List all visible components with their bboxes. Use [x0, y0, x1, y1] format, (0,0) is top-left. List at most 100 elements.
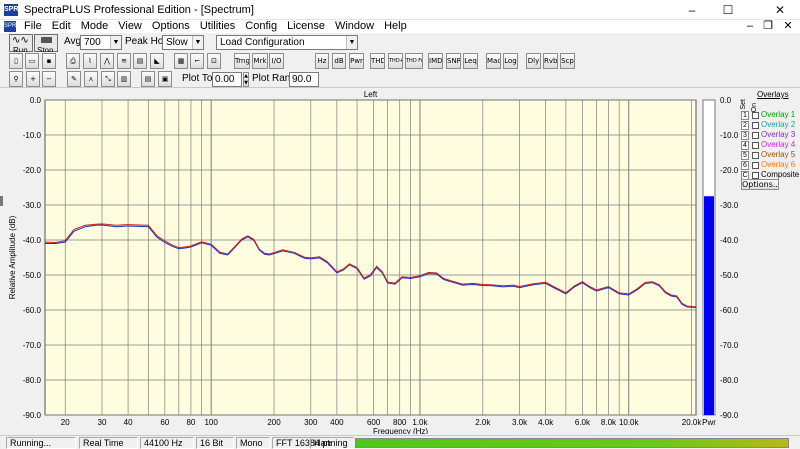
menu-options[interactable]: Options: [152, 20, 190, 33]
x-tick-label: 800: [393, 418, 407, 427]
y-tick-label: -30.0: [23, 201, 42, 210]
status-channels: Mono: [236, 437, 270, 449]
input-level-meter: [355, 438, 789, 448]
overlay-set-button[interactable]: 2: [741, 121, 749, 130]
bar-graph-icon[interactable]: ▥: [117, 71, 131, 87]
zoom-in-icon[interactable]: +: [26, 71, 40, 87]
menu-config[interactable]: Config: [245, 20, 277, 33]
x-tick-label: 100: [204, 418, 218, 427]
menu-edit[interactable]: Edit: [52, 20, 71, 33]
overlay-set-button[interactable]: 6: [741, 161, 749, 170]
analysis-button-snr[interactable]: SNR: [446, 53, 461, 69]
open-file-icon[interactable]: ▭: [25, 53, 39, 69]
analysis-button-dly[interactable]: Dly: [526, 53, 541, 69]
edit-icon[interactable]: ✎: [67, 71, 81, 87]
main-toolbar: Avg: 700 ▼ Peak Hold: Slow ▼ Load Config…: [0, 33, 800, 52]
auto-scale-icon[interactable]: ⤡: [101, 71, 115, 87]
peak-hold-select[interactable]: Slow ▼: [162, 35, 204, 50]
mdi-restore-icon[interactable]: ❐: [758, 20, 778, 33]
peak-hold-value: Slow: [166, 37, 188, 48]
overlay-checkbox[interactable]: [752, 142, 759, 149]
print-icon[interactable]: ⎙: [66, 53, 80, 69]
overlay-checkbox[interactable]: [752, 132, 759, 139]
analysis-button-i-o[interactable]: I/O: [269, 53, 284, 69]
title-bar: SPR SpectraPLUS Professional Edition - […: [0, 0, 800, 20]
analysis-button-thd-freq[interactable]: THD Freq: [405, 53, 423, 69]
phase-icon[interactable]: ≋: [117, 53, 131, 69]
app-logo-icon[interactable]: SPR: [4, 4, 18, 16]
plot-range-input[interactable]: 90.0: [289, 72, 319, 87]
overlay-checkbox[interactable]: [752, 112, 759, 119]
analysis-button-rvb[interactable]: Rvb: [543, 53, 558, 69]
stop-button[interactable]: Stop: [34, 34, 58, 55]
analysis-button-thd[interactable]: THD: [370, 53, 385, 69]
run-button[interactable]: ∿∿ Run: [9, 34, 33, 55]
overlay-checkbox[interactable]: [752, 152, 759, 159]
table-icon[interactable]: ▤: [141, 71, 155, 87]
menu-view[interactable]: View: [118, 20, 142, 33]
menu-window[interactable]: Window: [335, 20, 374, 33]
time-series-icon[interactable]: ⌇: [83, 53, 97, 69]
menu-license[interactable]: License: [287, 20, 325, 33]
overlay-set-button[interactable]: 3: [741, 131, 749, 140]
maximize-icon[interactable]: ☐: [716, 2, 740, 18]
zoom-area-icon[interactable]: ⊡: [207, 53, 221, 69]
analysis-button-pwr[interactable]: Pwr: [349, 53, 364, 69]
x-tick-label: 6.0k: [575, 418, 591, 427]
overlay-label: Overlay 4: [761, 140, 796, 149]
overlay-options-button[interactable]: Options...: [741, 179, 779, 190]
chevron-down-icon[interactable]: ▼: [346, 36, 357, 49]
new-file-icon[interactable]: ▯: [9, 53, 23, 69]
analysis-button-leq[interactable]: Leq: [463, 53, 478, 69]
overlay-checkbox[interactable]: [752, 172, 759, 179]
plot-top-spinner[interactable]: ▲ ▼: [243, 72, 249, 87]
menu-utilities[interactable]: Utilities: [200, 20, 235, 33]
analysis-button-mac[interactable]: Mac: [486, 53, 501, 69]
configuration-select[interactable]: Load Configuration ▼: [216, 35, 358, 50]
overlay-set-button[interactable]: 4: [741, 141, 749, 150]
zoom-icon[interactable]: ⚲: [9, 71, 23, 87]
meter-tick-label: 0.0: [720, 96, 732, 105]
spectrogram-icon[interactable]: ▤: [133, 53, 147, 69]
menu-mode[interactable]: Mode: [81, 20, 109, 33]
cursor-icon[interactable]: ⌐: [190, 53, 204, 69]
save-icon[interactable]: ▪: [42, 53, 56, 69]
meter-tick-label: -70.0: [720, 341, 738, 350]
menu-items: File Edit Mode View Options Utilities Config Li…: [24, 20, 407, 33]
close-icon[interactable]: ✕: [768, 2, 792, 18]
menu-help[interactable]: Help: [384, 20, 407, 33]
analysis-button-db[interactable]: dB: [332, 53, 346, 69]
analysis-button-thd-n[interactable]: THD+N: [388, 53, 403, 69]
zoom-out-icon[interactable]: −: [42, 71, 56, 87]
meter-tick-label: -30.0: [720, 201, 738, 210]
peak-marker-icon[interactable]: ⋏: [84, 71, 98, 87]
mdi-minimize-icon[interactable]: –: [740, 20, 760, 33]
chevron-down-icon[interactable]: ▼: [192, 36, 203, 49]
overlay-set-button[interactable]: 5: [741, 151, 749, 160]
avg-select[interactable]: 700 ▼: [80, 35, 122, 50]
analysis-button-trng[interactable]: Trng: [234, 53, 250, 69]
overlay-label: Overlay 5: [761, 150, 796, 159]
y-tick-label: -60.0: [23, 306, 42, 315]
overlay-set-button[interactable]: 1: [741, 111, 749, 120]
analysis-button-imd[interactable]: IMD: [428, 53, 443, 69]
window-title: SpectraPLUS Professional Edition - [Spec…: [24, 4, 254, 16]
chevron-down-icon[interactable]: ▼: [110, 36, 121, 49]
analysis-button-scp[interactable]: Scp: [560, 53, 575, 69]
overlay-checkbox[interactable]: [752, 162, 759, 169]
overlay-label: Overlay 2: [761, 120, 796, 129]
meter-tick-label: -40.0: [720, 236, 738, 245]
overlay-checkbox[interactable]: [752, 122, 759, 129]
spectrum-icon[interactable]: ⋀: [100, 53, 114, 69]
grid-icon[interactable]: ▦: [174, 53, 188, 69]
overlay-icon[interactable]: ▣: [158, 71, 172, 87]
3d-surface-icon[interactable]: ◣: [150, 53, 164, 69]
analysis-button-log[interactable]: Log: [503, 53, 518, 69]
analysis-button-hz[interactable]: Hz: [315, 53, 329, 69]
analysis-button-mrk[interactable]: Mrk: [252, 53, 268, 69]
spectrum-chart[interactable]: 0.0 -10.0 -20.0 -30.0 -40.0 -50.0 -60.0 -70.0 -8…: [3, 89, 738, 434]
x-tick-label: 80: [186, 418, 195, 427]
minimize-icon[interactable]: –: [680, 2, 704, 18]
mdi-close-icon[interactable]: ✕: [778, 20, 798, 33]
plot-top-input[interactable]: 0.00: [212, 72, 242, 87]
